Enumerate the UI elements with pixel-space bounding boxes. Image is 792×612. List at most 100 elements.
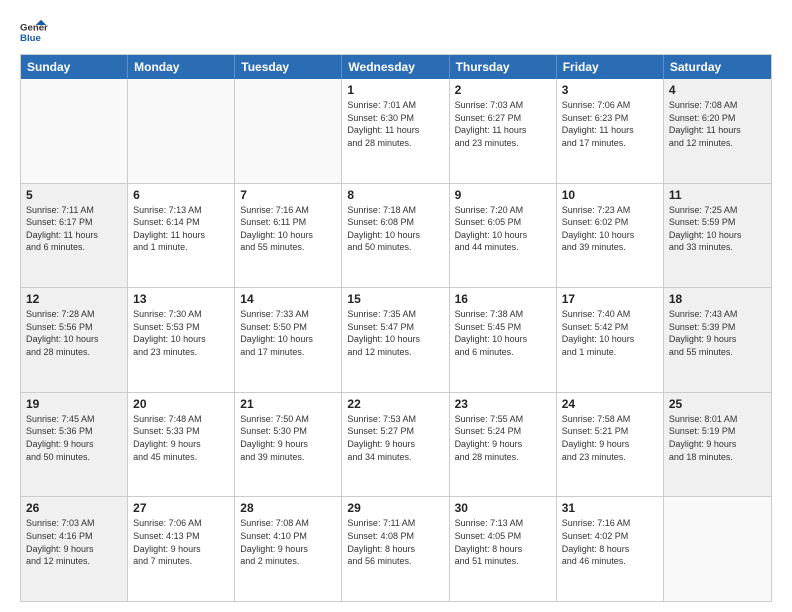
weekday-header-wednesday: Wednesday [342, 55, 449, 79]
calendar-cell-9: 9 Sunrise: 7:20 AM Sunset: 6:05 PM Daylig… [450, 184, 557, 288]
calendar-cell-15: 15 Sunrise: 7:35 AM Sunset: 5:47 PM Dayli… [342, 288, 449, 392]
day-number: 29 [347, 501, 443, 515]
calendar-cell-empty-4-6 [664, 497, 771, 601]
day-info: Sunrise: 7:30 AM Sunset: 5:53 PM Dayligh… [133, 308, 229, 358]
calendar-cell-empty-0-0 [21, 79, 128, 183]
calendar-cell-27: 27Sunrise: 7:06 AM Sunset: 4:13 PM Dayli… [128, 497, 235, 601]
calendar-cell-8: 8 Sunrise: 7:18 AM Sunset: 6:08 PM Daylig… [342, 184, 449, 288]
day-number: 7 [240, 188, 336, 202]
day-number: 26 [26, 501, 122, 515]
calendar-row-2: 12 Sunrise: 7:28 AM Sunset: 5:56 PM Dayli… [21, 287, 771, 392]
calendar-cell-16: 16Sunrise: 7:38 AM Sunset: 5:45 PM Dayli… [450, 288, 557, 392]
day-info: Sunrise: 8:01 AM Sunset: 5:19 PM Dayligh… [669, 413, 766, 463]
day-info: Sunrise: 7:43 AM Sunset: 5:39 PM Dayligh… [669, 308, 766, 358]
calendar-cell-26: 26 Sunrise: 7:03 AM Sunset: 4:16 PM Dayli… [21, 497, 128, 601]
calendar-cell-21: 21 Sunrise: 7:50 AM Sunset: 5:30 PM Dayli… [235, 393, 342, 497]
calendar-cell-13: 13 Sunrise: 7:30 AM Sunset: 5:53 PM Dayli… [128, 288, 235, 392]
day-number: 31 [562, 501, 658, 515]
day-number: 15 [347, 292, 443, 306]
day-info: Sunrise: 7:16 AM Sunset: 4:02 PM Dayligh… [562, 517, 658, 567]
day-info: Sunrise: 7:58 AM Sunset: 5:21 PM Dayligh… [562, 413, 658, 463]
calendar-cell-12: 12 Sunrise: 7:28 AM Sunset: 5:56 PM Dayli… [21, 288, 128, 392]
calendar-row-0: 1Sunrise: 7:01 AM Sunset: 6:30 PM Daylig… [21, 79, 771, 183]
day-info: Sunrise: 7:50 AM Sunset: 5:30 PM Dayligh… [240, 413, 336, 463]
day-info: Sunrise: 7:55 AM Sunset: 5:24 PM Dayligh… [455, 413, 551, 463]
calendar-cell-4: 4 Sunrise: 7:08 AM Sunset: 6:20 PM Daylig… [664, 79, 771, 183]
calendar-cell-19: 19 Sunrise: 7:45 AM Sunset: 5:36 PM Dayli… [21, 393, 128, 497]
day-number: 22 [347, 397, 443, 411]
calendar-cell-11: 11Sunrise: 7:25 AM Sunset: 5:59 PM Dayli… [664, 184, 771, 288]
calendar-cell-18: 18 Sunrise: 7:43 AM Sunset: 5:39 PM Dayli… [664, 288, 771, 392]
day-info: Sunrise: 7:03 AM Sunset: 4:16 PM Dayligh… [26, 517, 122, 567]
calendar-cell-24: 24Sunrise: 7:58 AM Sunset: 5:21 PM Dayli… [557, 393, 664, 497]
day-info: Sunrise: 7:06 AM Sunset: 6:23 PM Dayligh… [562, 99, 658, 149]
calendar-cell-3: 3Sunrise: 7:06 AM Sunset: 6:23 PM Daylig… [557, 79, 664, 183]
weekday-header-tuesday: Tuesday [235, 55, 342, 79]
calendar-cell-31: 31 Sunrise: 7:16 AM Sunset: 4:02 PM Dayli… [557, 497, 664, 601]
day-number: 11 [669, 188, 766, 202]
calendar-cell-empty-0-2 [235, 79, 342, 183]
day-info: Sunrise: 7:18 AM Sunset: 6:08 PM Dayligh… [347, 204, 443, 254]
day-info: Sunrise: 7:53 AM Sunset: 5:27 PM Dayligh… [347, 413, 443, 463]
day-number: 28 [240, 501, 336, 515]
logo: General Blue [20, 18, 48, 46]
day-info: Sunrise: 7:20 AM Sunset: 6:05 PM Dayligh… [455, 204, 551, 254]
day-info: Sunrise: 7:11 AM Sunset: 6:17 PM Dayligh… [26, 204, 122, 254]
calendar-cell-7: 7 Sunrise: 7:16 AM Sunset: 6:11 PM Daylig… [235, 184, 342, 288]
day-number: 4 [669, 83, 766, 97]
day-number: 16 [455, 292, 551, 306]
calendar-row-1: 5 Sunrise: 7:11 AM Sunset: 6:17 PM Daylig… [21, 183, 771, 288]
page-header: General Blue [20, 18, 772, 46]
day-number: 10 [562, 188, 658, 202]
day-info: Sunrise: 7:16 AM Sunset: 6:11 PM Dayligh… [240, 204, 336, 254]
day-number: 21 [240, 397, 336, 411]
calendar-cell-22: 22 Sunrise: 7:53 AM Sunset: 5:27 PM Dayli… [342, 393, 449, 497]
day-info: Sunrise: 7:13 AM Sunset: 4:05 PM Dayligh… [455, 517, 551, 567]
day-info: Sunrise: 7:28 AM Sunset: 5:56 PM Dayligh… [26, 308, 122, 358]
calendar-cell-2: 2 Sunrise: 7:03 AM Sunset: 6:27 PM Daylig… [450, 79, 557, 183]
day-number: 13 [133, 292, 229, 306]
day-info: Sunrise: 7:11 AM Sunset: 4:08 PM Dayligh… [347, 517, 443, 567]
day-info: Sunrise: 7:48 AM Sunset: 5:33 PM Dayligh… [133, 413, 229, 463]
calendar-cell-14: 14 Sunrise: 7:33 AM Sunset: 5:50 PM Dayli… [235, 288, 342, 392]
weekday-header-friday: Friday [557, 55, 664, 79]
calendar-cell-20: 20 Sunrise: 7:48 AM Sunset: 5:33 PM Dayli… [128, 393, 235, 497]
day-number: 23 [455, 397, 551, 411]
day-info: Sunrise: 7:33 AM Sunset: 5:50 PM Dayligh… [240, 308, 336, 358]
calendar-cell-28: 28 Sunrise: 7:08 AM Sunset: 4:10 PM Dayli… [235, 497, 342, 601]
calendar-cell-empty-0-1 [128, 79, 235, 183]
day-number: 27 [133, 501, 229, 515]
calendar-row-3: 19 Sunrise: 7:45 AM Sunset: 5:36 PM Dayli… [21, 392, 771, 497]
day-number: 8 [347, 188, 443, 202]
calendar-cell-17: 17Sunrise: 7:40 AM Sunset: 5:42 PM Dayli… [557, 288, 664, 392]
weekday-header-sunday: Sunday [21, 55, 128, 79]
day-info: Sunrise: 7:40 AM Sunset: 5:42 PM Dayligh… [562, 308, 658, 358]
calendar-body: 1Sunrise: 7:01 AM Sunset: 6:30 PM Daylig… [21, 79, 771, 601]
day-info: Sunrise: 7:03 AM Sunset: 6:27 PM Dayligh… [455, 99, 551, 149]
day-number: 19 [26, 397, 122, 411]
calendar-cell-29: 29 Sunrise: 7:11 AM Sunset: 4:08 PM Dayli… [342, 497, 449, 601]
calendar-row-4: 26 Sunrise: 7:03 AM Sunset: 4:16 PM Dayli… [21, 496, 771, 601]
day-info: Sunrise: 7:23 AM Sunset: 6:02 PM Dayligh… [562, 204, 658, 254]
day-number: 2 [455, 83, 551, 97]
day-number: 5 [26, 188, 122, 202]
day-info: Sunrise: 7:08 AM Sunset: 4:10 PM Dayligh… [240, 517, 336, 567]
calendar-cell-25: 25 Sunrise: 8:01 AM Sunset: 5:19 PM Dayli… [664, 393, 771, 497]
day-number: 14 [240, 292, 336, 306]
day-number: 6 [133, 188, 229, 202]
weekday-header-thursday: Thursday [450, 55, 557, 79]
day-number: 18 [669, 292, 766, 306]
day-info: Sunrise: 7:45 AM Sunset: 5:36 PM Dayligh… [26, 413, 122, 463]
day-number: 20 [133, 397, 229, 411]
calendar-header: SundayMondayTuesdayWednesdayThursdayFrid… [21, 55, 771, 79]
day-number: 12 [26, 292, 122, 306]
day-number: 1 [347, 83, 443, 97]
day-number: 25 [669, 397, 766, 411]
calendar-cell-5: 5 Sunrise: 7:11 AM Sunset: 6:17 PM Daylig… [21, 184, 128, 288]
day-info: Sunrise: 7:08 AM Sunset: 6:20 PM Dayligh… [669, 99, 766, 149]
day-info: Sunrise: 7:35 AM Sunset: 5:47 PM Dayligh… [347, 308, 443, 358]
day-number: 9 [455, 188, 551, 202]
calendar-cell-1: 1Sunrise: 7:01 AM Sunset: 6:30 PM Daylig… [342, 79, 449, 183]
logo-icon: General Blue [20, 18, 48, 46]
weekday-header-saturday: Saturday [664, 55, 771, 79]
